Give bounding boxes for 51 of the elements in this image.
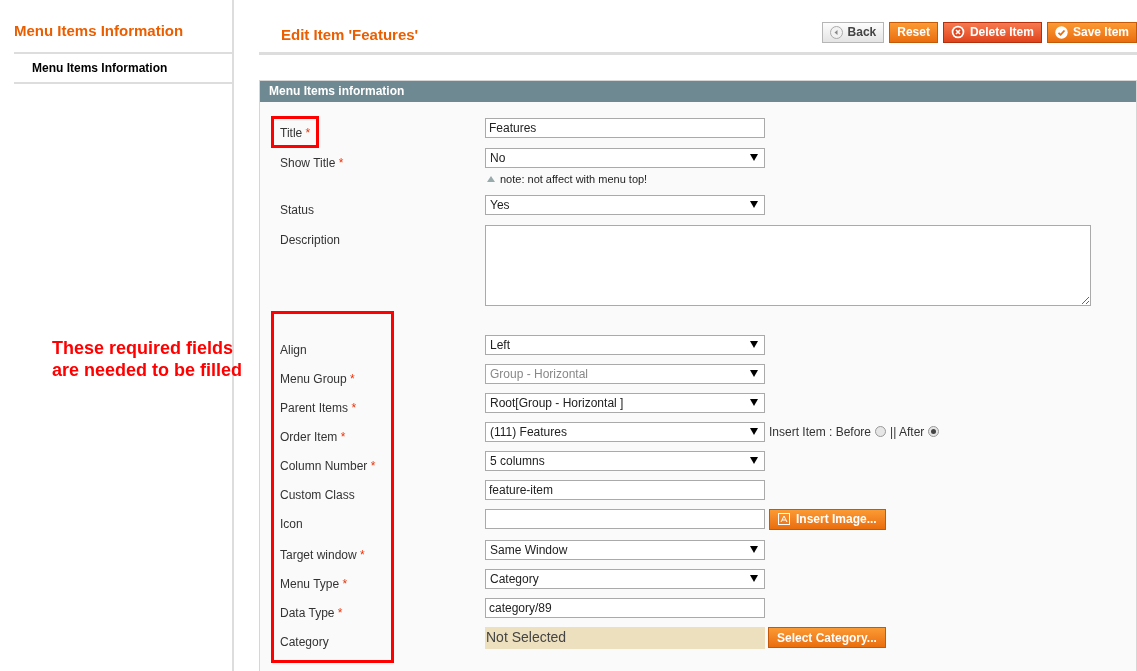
dropdown-arrow-icon — [750, 399, 758, 406]
image-icon — [778, 513, 790, 525]
description-field[interactable] — [485, 224, 1091, 306]
field-label: Target window * — [280, 547, 365, 562]
field-label: Category — [280, 634, 329, 649]
field-label: Icon — [280, 516, 303, 531]
field-label: Menu Group * — [280, 371, 355, 386]
field-note: note: not affect with menu top! — [485, 170, 765, 187]
field-label: Align — [280, 342, 307, 357]
category-value: Not Selected — [485, 626, 765, 649]
toolbar-button[interactable]: Back — [821, 21, 885, 43]
dropdown-arrow-icon — [750, 457, 758, 464]
insert-position-label: Insert Item : Before — [769, 423, 872, 441]
field-label: Status — [280, 202, 315, 217]
dropdown-arrow-icon — [750, 546, 758, 553]
dropdown-arrow-icon — [750, 201, 758, 208]
select-field[interactable]: No — [485, 147, 765, 168]
annotation-text: These required fields are needed to be filled — [52, 337, 243, 381]
dropdown-arrow-icon — [750, 428, 758, 435]
field-label: Show Title * — [280, 155, 344, 170]
dropdown-arrow-icon — [750, 575, 758, 582]
field-label: Data Type * — [280, 605, 343, 620]
select-field[interactable]: Category — [485, 568, 765, 589]
text-field[interactable]: Features — [485, 117, 765, 138]
close-icon — [950, 25, 965, 40]
field-label: Column Number * — [280, 458, 376, 473]
panel-header: Menu Items information — [260, 80, 1136, 102]
dropdown-arrow-icon — [750, 370, 758, 377]
page-title: Edit Item 'Features' — [280, 25, 419, 45]
select-field[interactable]: Same Window — [485, 539, 765, 560]
text-field[interactable]: category/89 — [485, 597, 765, 618]
radio-label: || After — [890, 423, 925, 441]
select-field[interactable]: Yes — [485, 194, 765, 215]
field-label: Description — [280, 232, 341, 247]
radio-button[interactable] — [875, 426, 887, 437]
select-field[interactable]: (111) Features — [485, 421, 765, 442]
select-field[interactable]: 5 columns — [485, 450, 765, 471]
field-label: Order Item * — [280, 429, 346, 444]
text-field[interactable] — [485, 509, 765, 529]
text-field[interactable]: feature-item — [485, 479, 765, 500]
field-label: Custom Class — [280, 487, 355, 502]
check-icon — [1054, 25, 1068, 39]
select-field[interactable]: Left — [485, 334, 765, 355]
field-label: Parent Items * — [280, 400, 357, 415]
field-label: Title * — [280, 125, 311, 140]
dropdown-arrow-icon — [750, 341, 758, 348]
radio-button[interactable] — [928, 426, 940, 437]
select-field[interactable]: Root[Group - Horizontal ] — [485, 392, 765, 413]
field-label: Menu Type * — [280, 576, 348, 591]
back-icon — [829, 25, 843, 39]
dropdown-arrow-icon — [750, 154, 758, 161]
